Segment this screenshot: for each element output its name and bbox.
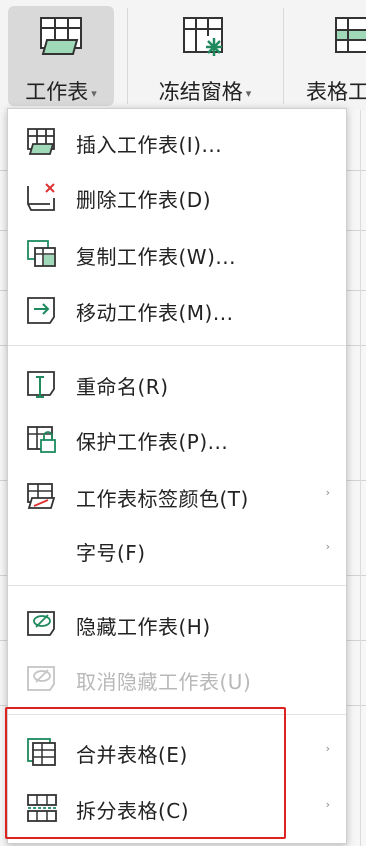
- menu-item-unhide-sheet[interactable]: 取消隐藏工作表(U): [8, 652, 346, 706]
- menu-item-label: 工作表标签颜色(T): [76, 487, 249, 511]
- menu-item-move-sheet[interactable]: 移动工作表(M)...: [8, 283, 346, 337]
- menu-item-copy-sheet[interactable]: 复制工作表(W)...: [8, 227, 346, 281]
- submenu-arrow-icon: ›: [325, 798, 330, 811]
- menu-item-label: 隐藏工作表(H): [76, 615, 211, 639]
- protect-sheet-icon: [27, 426, 56, 453]
- menu-item-label: 重命名(R): [76, 375, 169, 399]
- table-tools-button[interactable]: 表格工: [296, 6, 366, 106]
- submenu-arrow-icon: ›: [325, 742, 330, 755]
- grid-column-line: [360, 110, 361, 846]
- table-tools-label: 表格工: [306, 80, 366, 104]
- menu-item-rename[interactable]: 重命名(R): [8, 357, 346, 411]
- menu-item-label: 插入工作表(I)...: [76, 133, 223, 157]
- ribbon-divider: [283, 8, 284, 104]
- chevron-down-icon: ▾: [91, 86, 97, 100]
- ribbon-toolbar: 工作表 ▾ 冻结窗格 ▾ 表格工: [0, 0, 366, 110]
- worksheet-label: 工作表: [25, 80, 89, 104]
- submenu-arrow-icon: ›: [325, 486, 330, 499]
- submenu-arrow-icon: ›: [325, 540, 330, 553]
- unhide-sheet-icon: [27, 666, 55, 691]
- menu-item-label: 保护工作表(P)...: [76, 430, 229, 454]
- menu-item-protect-sheet[interactable]: 保护工作表(P)...: [8, 412, 346, 466]
- delete-sheet-icon: [27, 183, 55, 211]
- freeze-panes-label: 冻结窗格: [158, 80, 243, 104]
- tab-color-icon: [27, 483, 56, 509]
- menu-separator: [8, 345, 346, 346]
- table-tools-icon: [335, 17, 366, 53]
- insert-sheet-icon: [27, 128, 55, 155]
- freeze-panes-icon: [183, 17, 223, 56]
- chevron-down-icon: ▾: [245, 86, 252, 100]
- highlight-annotation-box: [5, 707, 286, 839]
- rename-icon: [27, 371, 55, 398]
- menu-item-hide-sheet[interactable]: 隐藏工作表(H): [8, 597, 346, 651]
- freeze-panes-button[interactable]: 冻结窗格 ▾: [140, 6, 270, 106]
- menu-item-label: 取消隐藏工作表(U): [76, 670, 252, 694]
- menu-item-tab-color[interactable]: 工作表标签颜色(T) ›: [8, 469, 346, 523]
- menu-item-label: 复制工作表(W)...: [76, 245, 236, 269]
- ribbon-divider: [127, 8, 128, 104]
- move-sheet-icon: [27, 297, 55, 324]
- worksheet-button[interactable]: 工作表 ▾: [8, 6, 114, 106]
- worksheet-icon: [40, 17, 82, 55]
- hide-sheet-icon: [27, 611, 55, 636]
- menu-separator: [8, 585, 346, 586]
- copy-sheet-icon: [27, 240, 56, 267]
- menu-item-insert-sheet[interactable]: 插入工作表(I)...: [8, 115, 346, 169]
- menu-item-label: 字号(F): [76, 541, 146, 565]
- menu-item-font-size[interactable]: 字号(F) ›: [8, 523, 346, 577]
- menu-item-delete-sheet[interactable]: 删除工作表(D): [8, 170, 346, 224]
- menu-item-label: 删除工作表(D): [76, 188, 212, 212]
- menu-item-label: 移动工作表(M)...: [76, 301, 234, 325]
